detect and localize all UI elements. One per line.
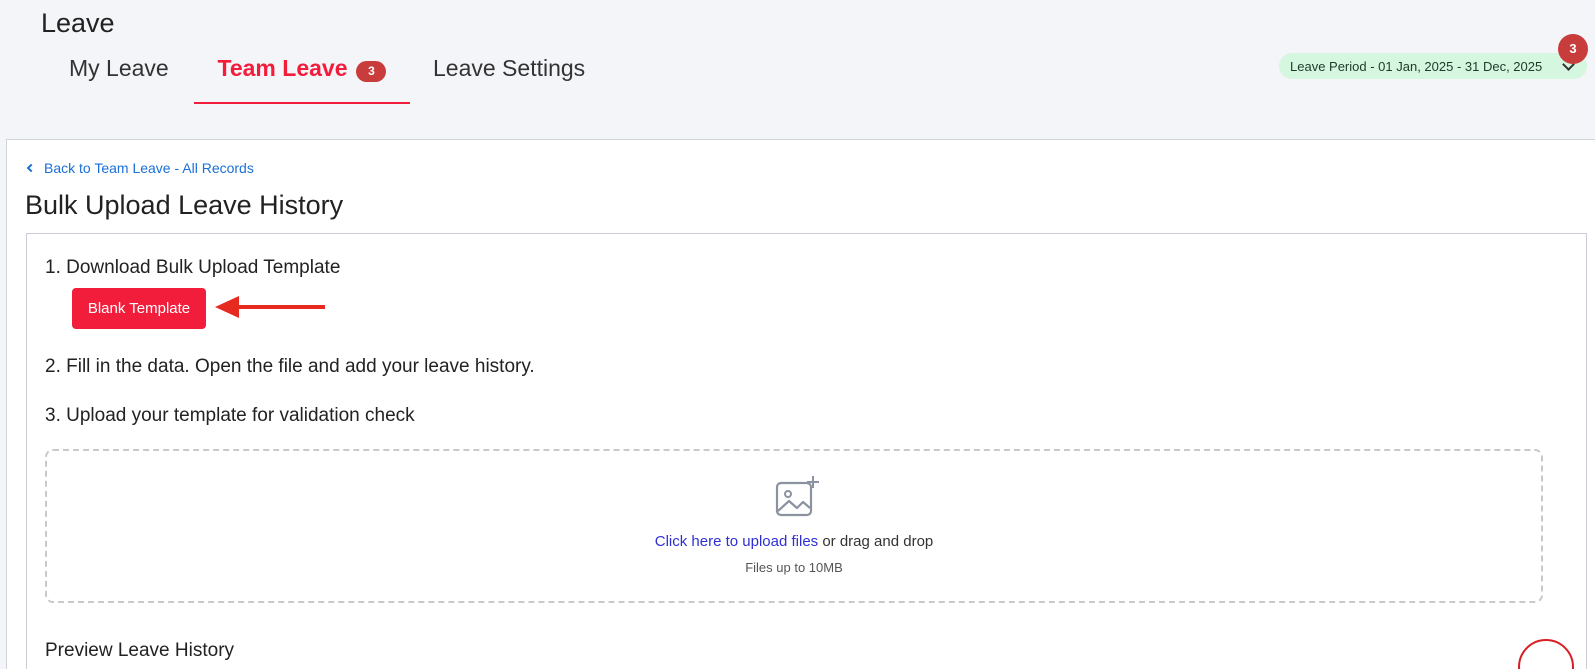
upload-files-link[interactable]: Click here to upload files xyxy=(655,533,818,550)
upload-steps-card: 1. Download Bulk Upload Template Blank T… xyxy=(26,233,1587,669)
tab-my-leave[interactable]: My Leave xyxy=(69,46,169,104)
drag-drop-text: or drag and drop xyxy=(818,533,934,550)
leave-period-label: Leave Period - 01 Jan, 2025 - 31 Dec, 20… xyxy=(1290,58,1543,74)
preview-section-title: Preview Leave History xyxy=(45,640,235,661)
back-link[interactable]: Back to Team Leave - All Records xyxy=(26,160,254,176)
step-fill-data: 2. Fill in the data. Open the file and a… xyxy=(45,356,535,377)
page-header: Leave My Leave Team Leave 3 Leave Settin… xyxy=(0,0,1595,140)
tab-label: Leave Settings xyxy=(433,55,586,81)
page-title: Bulk Upload Leave History xyxy=(25,190,344,220)
chevron-left-icon xyxy=(26,163,36,173)
step-download-template: 1. Download Bulk Upload Template xyxy=(45,257,341,278)
count-badge: 3 xyxy=(356,61,387,82)
upload-instructions: Click here to upload files or drag and d… xyxy=(47,533,1541,550)
tab-team-leave[interactable]: Team Leave 3 xyxy=(194,46,410,104)
tab-label: Team Leave xyxy=(217,55,348,81)
tab-label: My Leave xyxy=(69,55,169,81)
back-link-label: Back to Team Leave - All Records xyxy=(44,160,254,176)
file-size-hint: Files up to 10MB xyxy=(745,560,843,575)
leave-period-dropdown[interactable]: Leave Period - 01 Jan, 2025 - 31 Dec, 20… xyxy=(1279,53,1587,79)
file-dropzone[interactable]: Click here to upload files or drag and d… xyxy=(45,449,1543,603)
notification-badge: 3 xyxy=(1558,34,1588,64)
blank-template-button[interactable]: Blank Template xyxy=(72,288,206,329)
help-circle-icon[interactable] xyxy=(1518,639,1574,669)
annotation-arrow-icon xyxy=(215,296,325,318)
image-plus-icon xyxy=(775,476,819,517)
step-upload-template: 3. Upload your template for validation c… xyxy=(45,405,415,426)
app-title: Leave xyxy=(41,8,115,38)
tab-leave-settings[interactable]: Leave Settings xyxy=(433,46,585,104)
main-content: Back to Team Leave - All Records Bulk Up… xyxy=(6,139,1595,669)
